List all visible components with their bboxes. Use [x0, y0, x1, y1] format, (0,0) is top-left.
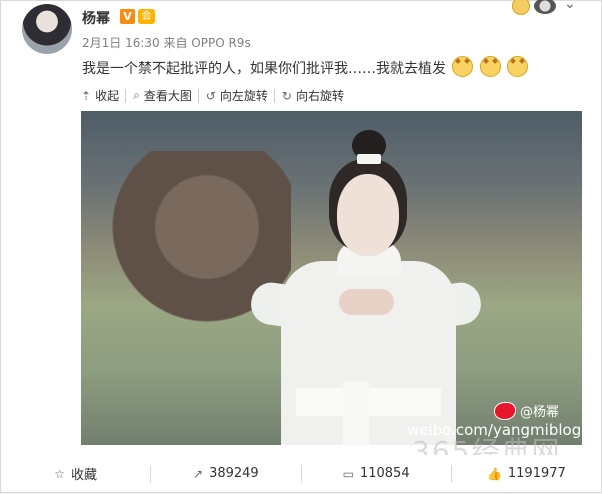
mini-avatar	[534, 0, 556, 14]
comment-count: 110854	[359, 466, 410, 481]
rotate-left-button[interactable]: ↺ 向左旋转	[206, 87, 274, 104]
avatar[interactable]	[22, 4, 72, 54]
cat-emoji-icon	[452, 56, 474, 77]
headband	[357, 154, 381, 164]
verified-badge: V	[120, 9, 135, 24]
belt-tie	[343, 381, 369, 445]
favorite-button[interactable]: ☆ 收藏	[1, 464, 150, 484]
rotate-right-button[interactable]: ↻ 向右旋转	[282, 87, 350, 104]
post-content: 我是一个禁不起批评的人，如果你们批评我……我就去植发	[82, 56, 529, 78]
repost-icon: ↗	[193, 466, 204, 481]
toolbar-divider	[197, 88, 199, 103]
post-text: 我是一个禁不起批评的人，如果你们批评我……我就去植发	[82, 61, 446, 77]
username[interactable]: 杨幂	[82, 8, 110, 28]
view-large-button[interactable]: ⌕ 查看大图	[133, 87, 198, 104]
post-footer: ☆ 收藏 ↗ 389249 ▭ 110854 👍 1191977	[0, 455, 602, 493]
post-photo[interactable]: @杨幂 weibo.com/yangmiblog	[81, 111, 582, 445]
comment-icon: ▭	[342, 466, 354, 481]
favorite-label: 收藏	[71, 468, 98, 483]
repost-count: 389249	[209, 466, 259, 481]
face	[337, 174, 399, 256]
like-button[interactable]: 👍 1191977	[452, 466, 601, 481]
rotate-left-label: 向左旋转	[219, 89, 268, 103]
image-toolbar: ⇡ 收起 ⌕ 查看大图 ↺ 向左旋转 ↻ 向右旋转	[81, 87, 350, 104]
top-right-controls: ⌄	[512, 0, 592, 15]
toolbar-divider	[125, 88, 127, 103]
watermark-user-text: @杨幂	[520, 405, 560, 420]
image-watermark-user: @杨幂	[494, 401, 559, 420]
like-count: 1191977	[507, 466, 566, 481]
rotate-right-label: 向右旋转	[295, 89, 344, 103]
vip-badge: 会	[138, 9, 155, 24]
weibo-post-card: 杨幂 V 会 ⌄ 2月1日 16:30 来自 OPPO R9s 我是一个禁不起批…	[0, 0, 602, 457]
like-icon: 👍	[486, 466, 502, 481]
comment-button[interactable]: ▭ 110854	[302, 466, 451, 481]
search-icon: ⌕	[133, 88, 140, 102]
weibo-logo-icon	[494, 401, 516, 420]
up-arrow-icon: ⇡	[81, 88, 92, 103]
collapse-label: 收起	[95, 89, 120, 103]
chevron-down-icon[interactable]: ⌄	[564, 0, 576, 12]
cat-emoji-icon	[507, 56, 529, 77]
favorite-icon: ☆	[54, 466, 65, 481]
cat-emoji-icon	[479, 56, 501, 77]
folded-hands	[339, 289, 394, 315]
rotate-right-icon: ↻	[281, 88, 292, 103]
post-meta: 2月1日 16:30 来自 OPPO R9s	[82, 36, 251, 50]
toolbar-divider	[273, 88, 275, 103]
woman-figure	[248, 126, 484, 445]
repost-button[interactable]: ↗ 389249	[151, 466, 300, 481]
collapse-button[interactable]: ⇡ 收起	[81, 87, 125, 104]
emoji-icon	[512, 0, 530, 15]
view-large-label: 查看大图	[143, 89, 192, 103]
rotate-left-icon: ↺	[205, 88, 216, 103]
